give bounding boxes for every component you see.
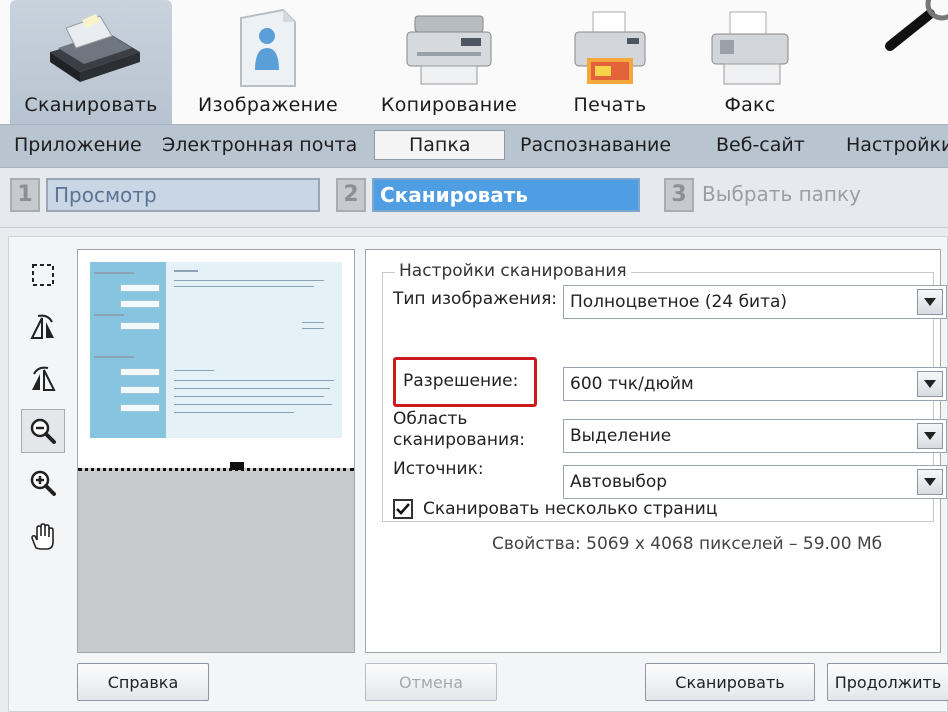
chevron-down-icon[interactable] bbox=[917, 371, 943, 397]
menu-item-folder[interactable]: Папка bbox=[374, 130, 506, 160]
main-content: Настройки сканирования Тип изображения: … bbox=[8, 236, 948, 712]
zoom-out-icon bbox=[30, 418, 56, 444]
menu-item-application[interactable]: Приложение bbox=[14, 134, 142, 156]
fax-icon bbox=[711, 11, 789, 85]
zoom-out-tool[interactable] bbox=[21, 409, 65, 453]
image-icon bbox=[240, 8, 296, 87]
tool-label: Факс bbox=[724, 94, 776, 116]
preview-image-area bbox=[78, 250, 354, 468]
rotate-right-tool[interactable] bbox=[25, 361, 61, 397]
step-bar: 1 Просмотр 2 Сканировать 3 Выбрать папку bbox=[0, 168, 948, 228]
menu-item-email[interactable]: Электронная почта bbox=[162, 134, 357, 156]
rotate-right-icon bbox=[32, 366, 56, 391]
scanner-icon bbox=[50, 14, 140, 82]
select-area-icon bbox=[32, 264, 54, 286]
scan-settings-group: Настройки сканирования Тип изображения: … bbox=[382, 261, 947, 522]
menu-item-settings[interactable]: Настройки bbox=[846, 134, 948, 156]
image-type-value: Полноцветное (24 бита) bbox=[570, 292, 788, 312]
resolution-label: Разрешение: bbox=[403, 371, 519, 391]
menu-item-website[interactable]: Веб-сайт bbox=[716, 134, 805, 156]
step-label: Просмотр bbox=[46, 178, 320, 212]
chevron-down-icon[interactable] bbox=[917, 469, 943, 495]
source-value: Автовыбор bbox=[570, 472, 668, 492]
copier-icon bbox=[406, 15, 492, 85]
continue-button[interactable]: Продолжить bbox=[827, 663, 948, 701]
selection-boundary bbox=[78, 468, 354, 471]
magnifier-icon bbox=[885, 0, 948, 51]
scan-area-label: Область сканирования: bbox=[393, 409, 525, 450]
tool-label: Копирование bbox=[380, 94, 518, 116]
scan-preview[interactable] bbox=[77, 249, 355, 653]
chevron-down-icon[interactable] bbox=[917, 423, 943, 449]
tool-fax[interactable]: Факс bbox=[690, 0, 810, 124]
select-area-tool[interactable] bbox=[25, 257, 61, 293]
chevron-down-icon[interactable] bbox=[917, 289, 943, 315]
destination-menu: Приложение Электронная почта Папка Распо… bbox=[0, 124, 948, 168]
tool-image[interactable]: Изображение bbox=[188, 0, 348, 124]
scanned-document-thumbnail bbox=[90, 262, 342, 438]
step-number: 2 bbox=[336, 178, 366, 212]
tool-scan[interactable]: Сканировать bbox=[10, 0, 172, 124]
resolution-dropdown[interactable]: 600 тчк/дюйм bbox=[563, 367, 947, 401]
step-scan[interactable]: 2 Сканировать bbox=[336, 174, 642, 220]
printer-icon bbox=[574, 11, 646, 84]
step-choose-folder[interactable]: 3 Выбрать папку bbox=[664, 174, 944, 220]
source-dropdown[interactable]: Автовыбор bbox=[563, 465, 947, 499]
tool-label: Сканировать bbox=[24, 94, 158, 116]
zoom-in-icon bbox=[30, 470, 56, 496]
tool-label: Изображение bbox=[198, 94, 338, 116]
selection-handle[interactable] bbox=[230, 462, 244, 470]
rotate-left-tool[interactable] bbox=[25, 309, 61, 345]
scan-properties: Свойства: 5069 x 4068 пикселей – 59.00 М… bbox=[492, 534, 883, 554]
scan-area-value: Выделение bbox=[570, 426, 672, 446]
source-label: Источник: bbox=[393, 459, 484, 479]
tool-copy[interactable]: Копирование bbox=[370, 0, 528, 124]
zoom-in-tool[interactable] bbox=[25, 465, 61, 501]
help-button[interactable]: Справка bbox=[77, 663, 209, 701]
multi-page-label[interactable]: Сканировать несколько страниц bbox=[423, 499, 717, 519]
step-label: Выбрать папку bbox=[702, 182, 861, 206]
step-number: 3 bbox=[664, 178, 694, 212]
scan-settings-panel: Настройки сканирования Тип изображения: … bbox=[365, 249, 947, 653]
step-number: 1 bbox=[10, 178, 40, 212]
image-type-label: Тип изображения: bbox=[393, 289, 558, 309]
scan-button[interactable]: Сканировать bbox=[645, 663, 815, 701]
multi-page-checkbox[interactable] bbox=[393, 499, 413, 519]
scan-area-dropdown[interactable]: Выделение bbox=[563, 419, 947, 453]
image-type-dropdown[interactable]: Полноцветное (24 бита) bbox=[563, 285, 947, 319]
cancel-button[interactable]: Отмена bbox=[365, 663, 497, 701]
resolution-value: 600 тчк/дюйм bbox=[570, 374, 694, 394]
group-title: Настройки сканирования bbox=[395, 261, 631, 281]
rotate-left-icon bbox=[30, 314, 54, 339]
tool-print[interactable]: Печать bbox=[540, 0, 680, 124]
hand-pan-tool[interactable] bbox=[25, 519, 61, 555]
menu-item-ocr[interactable]: Распознавание bbox=[520, 134, 671, 156]
checkmark-icon bbox=[396, 503, 410, 515]
step-preview[interactable]: 1 Просмотр bbox=[10, 174, 320, 220]
hand-pan-icon bbox=[31, 523, 54, 550]
step-label: Сканировать bbox=[372, 178, 640, 212]
tool-label: Печать bbox=[573, 94, 647, 116]
main-toolbar: Сканировать Изображение Копирование Печа… bbox=[0, 0, 948, 124]
